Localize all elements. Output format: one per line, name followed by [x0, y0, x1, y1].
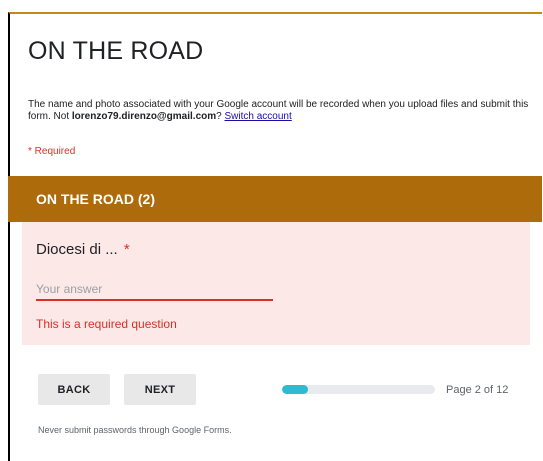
question-card: Diocesi di ... * This is a required ques…: [22, 222, 530, 345]
account-notice: The name and photo associated with your …: [28, 99, 533, 123]
form-title: ON THE ROAD: [28, 37, 204, 65]
back-button[interactable]: BACK: [38, 374, 110, 405]
section-title: ON THE ROAD (2): [36, 191, 155, 207]
progress-bar-fill: [282, 385, 308, 394]
page-indicator: Page 2 of 12: [446, 384, 509, 396]
next-button[interactable]: NEXT: [124, 374, 196, 405]
question-label: Diocesi di ... *: [36, 240, 130, 260]
switch-account-link[interactable]: Switch account: [224, 111, 291, 122]
account-email: lorenzo79.direnzo@gmail.com: [71, 111, 217, 122]
password-warning: Never submit passwords through Google Fo…: [38, 425, 232, 435]
answer-input[interactable]: [36, 279, 273, 301]
section-header: ON THE ROAD (2): [8, 176, 542, 222]
required-note: * Required: [28, 146, 76, 157]
required-asterisk: *: [123, 241, 130, 258]
question-label-text: Diocesi di ...: [36, 241, 118, 258]
progress-bar: [282, 385, 435, 394]
error-message: This is a required question: [36, 317, 177, 331]
